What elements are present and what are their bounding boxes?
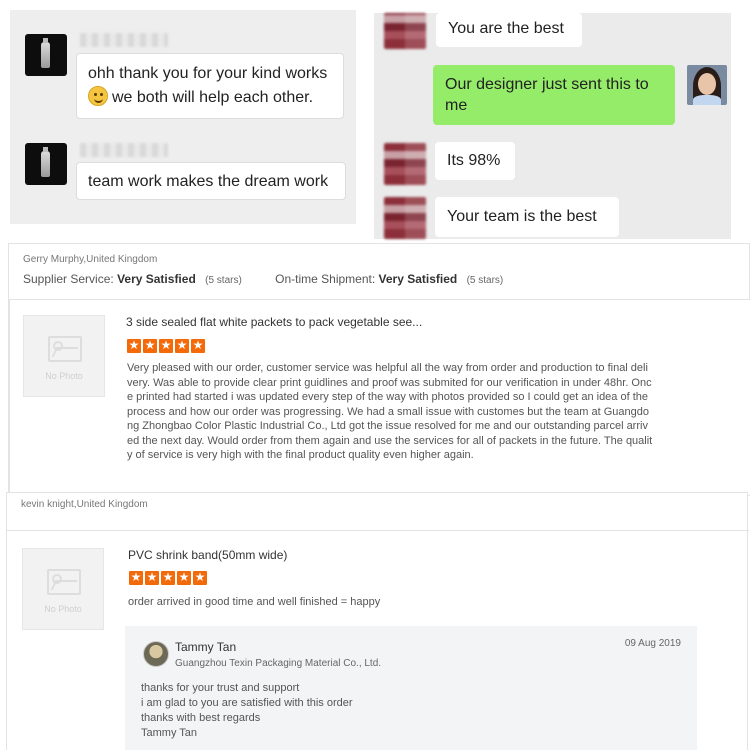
- chat-message-text: Your team is the best: [447, 208, 597, 225]
- blurred-sender-name: [80, 143, 168, 157]
- smiley-emoji-icon: [88, 86, 108, 106]
- chat-message-text: we both will help each other.: [112, 89, 314, 106]
- star-icon: [175, 337, 189, 353]
- reply-text-line: thanks with best regards: [141, 712, 261, 724]
- blurred-avatar: [384, 197, 426, 239]
- supplier-avatar: [143, 641, 169, 667]
- product-image-placeholder[interactable]: No Photo: [22, 548, 104, 630]
- reply-company[interactable]: Guangzhou Texin Packaging Material Co., …: [175, 658, 381, 669]
- reply-author: Tammy Tan: [175, 640, 237, 654]
- star-icon: [191, 337, 205, 353]
- review-card: Gerry Murphy,United Kingdom Supplier Ser…: [8, 243, 750, 496]
- product-image-placeholder[interactable]: No Photo: [23, 315, 105, 397]
- bottle-product-icon: [25, 143, 67, 185]
- star-rating: [129, 569, 207, 585]
- star-icon: [161, 569, 175, 585]
- supplier-service-value: Very Satisfied: [117, 272, 196, 286]
- image-placeholder-icon: [47, 569, 81, 595]
- chat-message-text: team work makes the dream work: [88, 173, 329, 190]
- chat-message-text: Our designer just sent this to: [445, 76, 649, 93]
- bottle-product-icon: [25, 34, 67, 76]
- reply-text-line: thanks for your trust and support: [141, 682, 300, 694]
- star-icon: [177, 569, 191, 585]
- no-photo-label: No Photo: [44, 604, 82, 614]
- review-body: No Photo 3 side sealed flat white packet…: [9, 299, 750, 496]
- chat-message-bubble: Its 98%: [435, 142, 515, 180]
- star-icon: [159, 337, 173, 353]
- reply-date: 09 Aug 2019: [624, 638, 681, 649]
- blurred-sender-name: [80, 33, 168, 47]
- star-rating: [127, 337, 205, 353]
- reply-text-line: Tammy Tan: [141, 727, 198, 739]
- chat-message-bubble-self: Our designer just sent this to me: [433, 65, 675, 125]
- chat-message-text: me: [445, 97, 468, 114]
- chat-screenshot-right: You are the best Our designer just sent …: [374, 13, 731, 239]
- review-text: order arrived in good time and well fini…: [128, 596, 381, 608]
- reviewer-name: Gerry Murphy,United Kingdom: [23, 254, 158, 265]
- star-icon: [129, 569, 143, 585]
- chat-message-bubble: ohh thank you for your kind works we bot…: [76, 53, 344, 119]
- supplier-reply: Tammy Tan Guangzhou Texin Packaging Mate…: [125, 626, 697, 750]
- star-icon: [127, 337, 141, 353]
- shipment-label: On-time Shipment:: [275, 272, 376, 286]
- product-title-link[interactable]: PVC shrink band(50mm wide): [128, 548, 287, 562]
- divider: [7, 530, 749, 531]
- star-icon: [145, 569, 159, 585]
- rating-summary: Supplier Service: Very Satisfied (5 star…: [23, 272, 503, 286]
- reply-text-line: i am glad to you are satisfied with this…: [141, 697, 353, 709]
- star-icon: [143, 337, 157, 353]
- chat-message-bubble: team work makes the dream work: [76, 162, 346, 200]
- user-avatar: [687, 65, 727, 105]
- blurred-avatar: [384, 13, 426, 49]
- blurred-avatar: [384, 143, 426, 185]
- chat-screenshot-left: ohh thank you for your kind works we bot…: [10, 10, 356, 224]
- image-placeholder-icon: [48, 336, 82, 362]
- chat-message-text: Its 98%: [447, 152, 501, 169]
- reviewer-name: kevin knight,United Kingdom: [21, 499, 148, 510]
- chat-message-bubble: Your team is the best: [435, 197, 619, 237]
- review-card: kevin knight,United Kingdom No Photo PVC…: [6, 492, 749, 750]
- no-photo-label: No Photo: [45, 371, 83, 381]
- review-text: Very pleased with our order, customer se…: [127, 362, 653, 461]
- supplier-service-label: Supplier Service:: [23, 272, 114, 286]
- chat-message-text: ohh thank you for your kind works: [88, 65, 328, 82]
- star-icon: [193, 569, 207, 585]
- chat-message-text: You are the best: [448, 20, 564, 37]
- shipment-value: Very Satisfied: [378, 272, 458, 286]
- shipment-stars: (5 stars): [466, 275, 504, 286]
- chat-message-bubble: You are the best: [436, 13, 582, 47]
- product-title-link[interactable]: 3 side sealed flat white packets to pack…: [126, 315, 422, 329]
- supplier-service-stars: (5 stars): [205, 275, 242, 286]
